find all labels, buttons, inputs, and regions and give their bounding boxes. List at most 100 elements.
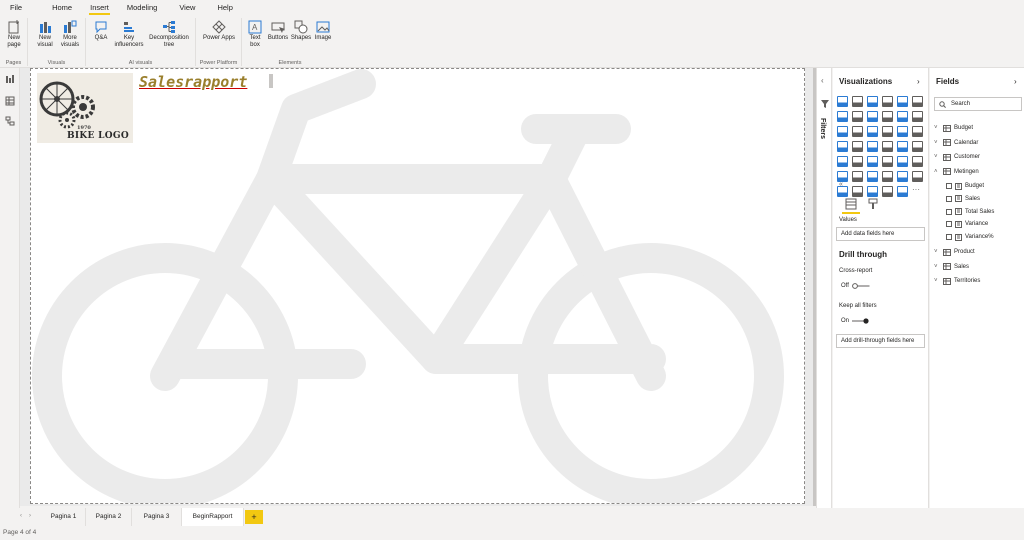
visual-type-icon[interactable] — [912, 141, 923, 152]
visual-type-icon[interactable] — [882, 171, 893, 182]
visual-type-icon[interactable] — [867, 141, 878, 152]
new-visual-button[interactable]: New visual — [34, 20, 56, 49]
visual-type-icon[interactable] — [912, 156, 923, 167]
tab-file[interactable]: File — [0, 0, 31, 16]
keep-filters-toggle[interactable]: On — [841, 318, 870, 324]
visual-type-icon[interactable] — [837, 126, 848, 137]
visual-type-icon[interactable] — [867, 156, 878, 167]
collapse-fields-icon[interactable]: › — [1014, 77, 1017, 86]
page-tab-beginrapport[interactable]: BeginRapport — [182, 508, 244, 526]
data-view-icon[interactable] — [5, 96, 15, 106]
text-box-button[interactable]: A Text box — [246, 20, 264, 49]
tab-modeling[interactable]: Modeling — [118, 0, 166, 16]
visual-type-icon[interactable] — [882, 156, 893, 167]
qa-button[interactable]: Q&A — [92, 20, 110, 42]
chevron-down-icon[interactable]: ˅ — [934, 140, 940, 146]
visual-type-icon[interactable] — [897, 111, 908, 122]
chevron-down-icon[interactable]: ˅ — [934, 278, 940, 284]
field-table-budget[interactable]: ˅ Budget — [934, 123, 973, 133]
model-view-icon[interactable] — [5, 116, 15, 126]
visual-type-icon[interactable] — [912, 126, 923, 137]
visual-type-icon[interactable] — [912, 171, 923, 182]
fields-search-input[interactable]: Search — [934, 97, 1022, 111]
field-table-territories[interactable]: ˅ Territories — [934, 276, 980, 286]
cross-report-toggle[interactable]: Off — [841, 283, 870, 289]
visual-type-icon[interactable] — [882, 111, 893, 122]
visual-type-icon[interactable] — [837, 156, 848, 167]
tab-help[interactable]: Help — [208, 0, 241, 16]
field-table-product[interactable]: ˅ Product — [934, 247, 975, 257]
filters-pane-collapsed[interactable]: ‹ Filters — [816, 68, 832, 508]
tab-insert[interactable]: Insert — [81, 0, 118, 16]
decomposition-tree-button[interactable]: Decomposition tree — [146, 20, 192, 49]
page-tab-pagina-3[interactable]: Pagina 3 — [132, 508, 182, 526]
tab-home[interactable]: Home — [43, 0, 81, 16]
chevron-up-icon[interactable]: ˄ — [934, 169, 940, 175]
visual-type-icon[interactable] — [897, 96, 908, 107]
chevron-down-icon[interactable]: ˅ — [934, 264, 940, 270]
collapse-visualizations-icon[interactable]: › — [917, 77, 920, 86]
visual-type-icon[interactable] — [867, 111, 878, 122]
gallery-collapse-icon[interactable]: « — [839, 181, 843, 188]
visual-type-icon[interactable] — [912, 111, 923, 122]
new-page-button[interactable]: New page — [3, 20, 25, 49]
chevron-down-icon[interactable]: ˅ — [934, 154, 940, 160]
visual-type-icon[interactable] — [867, 96, 878, 107]
visual-type-icon[interactable] — [882, 141, 893, 152]
expand-filters-icon[interactable]: ‹ — [821, 76, 824, 85]
visual-type-icon[interactable] — [867, 171, 878, 182]
page-tab-pagina-2[interactable]: Pagina 2 — [86, 508, 132, 526]
report-title-textbox[interactable]: Salesrapport — [139, 73, 247, 91]
page-scroll-right-icon[interactable]: › — [29, 513, 31, 519]
field-table-metingen[interactable]: ˄ Metingen — [934, 167, 979, 177]
visual-type-icon[interactable] — [852, 111, 863, 122]
visual-type-icon[interactable] — [837, 141, 848, 152]
field-checkbox[interactable] — [946, 195, 952, 202]
visual-type-icon[interactable] — [837, 111, 848, 122]
visual-type-icon[interactable] — [897, 171, 908, 182]
textbox-resize-handle[interactable] — [269, 74, 273, 88]
page-scroll-left-icon[interactable]: ‹ — [20, 513, 22, 519]
field-checkbox[interactable] — [946, 234, 952, 241]
field-table-customer[interactable]: ˅ Customer — [934, 152, 980, 162]
visual-type-icon[interactable] — [867, 126, 878, 137]
visual-type-icon[interactable] — [852, 156, 863, 167]
field-item[interactable]: Total Sales — [946, 207, 994, 217]
field-table-calendar[interactable]: ˅ Calendar — [934, 138, 978, 148]
visual-type-icon[interactable] — [852, 141, 863, 152]
power-apps-button[interactable]: Power Apps — [200, 20, 238, 42]
key-influencers-button[interactable]: Key influencers — [114, 20, 144, 49]
chevron-down-icon[interactable]: ˅ — [934, 125, 940, 131]
drill-through-dropzone[interactable]: Add drill-through fields here — [836, 334, 925, 348]
image-button[interactable]: Image — [313, 20, 333, 42]
field-item[interactable]: Variance% — [946, 232, 994, 242]
visual-type-icon[interactable] — [837, 96, 848, 107]
visual-type-icon[interactable] — [897, 141, 908, 152]
visual-type-icon[interactable] — [897, 126, 908, 137]
field-checkbox[interactable] — [946, 208, 952, 215]
visual-type-icon[interactable] — [897, 156, 908, 167]
add-page-button[interactable]: + — [245, 510, 263, 524]
values-dropzone[interactable]: Add data fields here — [836, 227, 925, 241]
report-view-icon[interactable] — [5, 74, 15, 84]
visual-type-icon[interactable] — [912, 96, 923, 107]
more-visuals-button[interactable]: More visuals — [58, 20, 82, 49]
visual-type-icon[interactable] — [852, 126, 863, 137]
visual-type-icon[interactable] — [882, 96, 893, 107]
visual-type-icon[interactable] — [852, 96, 863, 107]
field-item[interactable]: Budget — [946, 181, 984, 191]
report-page[interactable]: 1970 BIKE LOGO Salesrapport — [30, 68, 805, 504]
shapes-button[interactable]: Shapes — [290, 20, 312, 42]
visual-type-icon[interactable] — [882, 126, 893, 137]
field-table-sales[interactable]: ˅ Sales — [934, 262, 969, 272]
buttons-button[interactable]: Buttons — [266, 20, 290, 42]
page-tab-pagina-1[interactable]: Pagina 1 — [42, 508, 86, 526]
fields-well-icon[interactable] — [845, 198, 857, 210]
field-item[interactable]: Variance — [946, 219, 988, 229]
field-checkbox[interactable] — [946, 183, 952, 189]
format-paint-roller-icon[interactable] — [867, 198, 879, 210]
field-checkbox[interactable] — [946, 221, 952, 228]
visual-type-icon[interactable] — [852, 171, 863, 182]
tab-view[interactable]: View — [170, 0, 204, 16]
field-item[interactable]: Sales — [946, 194, 980, 204]
